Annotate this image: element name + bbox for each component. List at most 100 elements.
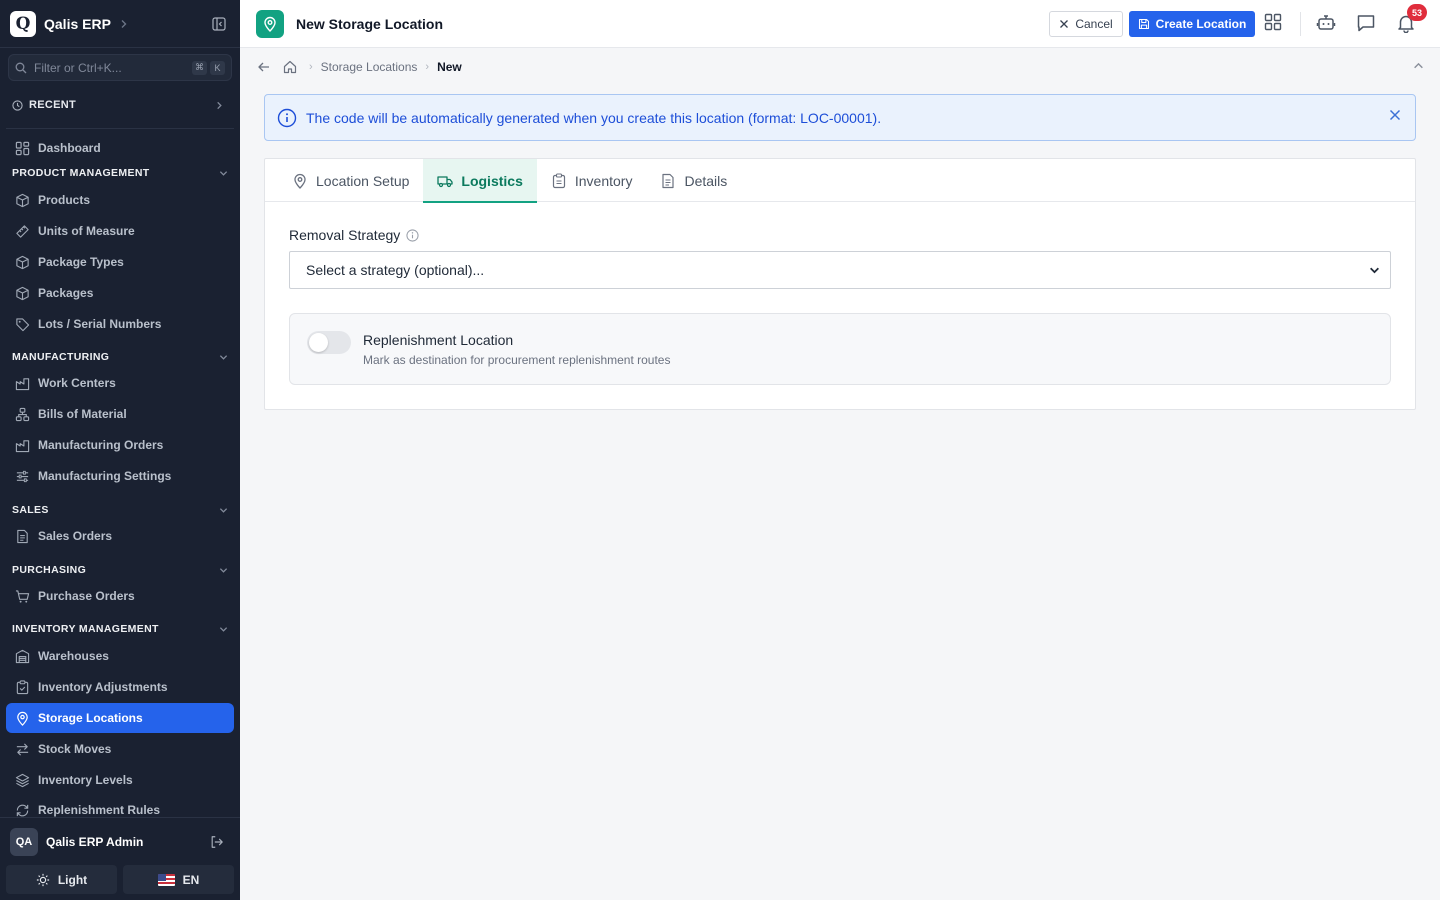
app-logo: Q [10,10,36,37]
cancel-button[interactable]: Cancel [1049,11,1123,37]
sidebar-item-purchase-orders[interactable]: Purchase Orders [6,581,234,611]
replenishment-location-option: Replenishment Location Mark as destinati… [289,313,1391,385]
sidebar-item-packages[interactable]: Packages [6,278,234,308]
sidebar-item-label: Products [38,193,91,207]
cancel-label: Cancel [1075,17,1113,31]
sidebar-collapse-icon[interactable] [212,16,226,31]
grid-icon [15,141,30,155]
create-location-button[interactable]: Create Location [1129,11,1255,37]
replenishment-toggle[interactable] [307,331,351,354]
sidebar-item-manufacturing-orders[interactable]: Manufacturing Orders [6,430,234,460]
sidebar-item-label: Sales Orders [38,529,113,543]
back-arrow-icon[interactable] [257,60,271,74]
sliders-icon [16,470,29,482]
tab-inventory[interactable]: Inventory [537,159,647,202]
hierarchy-icon [15,407,30,421]
sidebar-item-dashboard[interactable]: Dashboard [6,133,234,163]
chevron-down-icon [219,507,228,513]
section-label: MANUFACTURING [12,351,110,363]
theme-toggle-button[interactable]: Light [6,865,117,894]
replenishment-title: Replenishment Location [363,332,514,348]
tab-location-setup[interactable]: Location Setup [278,159,423,202]
sidebar-item-label: Purchase Orders [38,589,135,603]
section-label: INVENTORY MANAGEMENT [12,623,159,635]
factory-icon [15,439,30,452]
chevron-down-icon [1369,265,1380,276]
sidebar-item-products[interactable]: Products [6,185,234,215]
tag-icon [16,317,30,331]
theme-label: Light [57,872,88,887]
sun-icon [36,873,49,886]
breadcrumb-link-storage-locations[interactable]: Storage Locations [321,60,418,74]
sidebar-item-label: Lots / Serial Numbers [38,317,162,331]
section-sales[interactable]: SALES [12,504,228,516]
layers-icon [15,773,30,787]
search-icon [15,62,27,73]
shortcut-key-cmd: ⌘ [192,60,207,75]
avatar: QA [10,828,38,856]
home-icon[interactable] [283,60,297,74]
us-flag-icon [157,873,175,886]
breadcrumb-current: New [437,60,462,74]
sidebar-item-lots-serial-numbers[interactable]: Lots / Serial Numbers [6,309,234,339]
removal-strategy-select[interactable]: Select a strategy (optional)... [289,251,1391,289]
sidebar-item-bills-of-material[interactable]: Bills of Material [6,399,234,429]
sidebar-item-warehouses[interactable]: Warehouses [6,641,234,671]
sidebar-divider [6,128,234,129]
sidebar-item-stock-moves[interactable]: Stock Moves [6,734,234,764]
chevron-down-icon [219,626,228,632]
sidebar-item-label: Manufacturing Settings [38,469,172,483]
info-banner: The code will be automatically generated… [264,94,1416,141]
user-profile[interactable]: QA Qalis ERP Admin [0,817,240,866]
chevron-right-icon[interactable] [119,19,129,29]
app-name[interactable]: Qalis ERP [44,16,111,32]
document-icon [662,173,675,188]
section-manufacturing[interactable]: MANUFACTURING [12,351,228,363]
chevron-down-icon [219,567,228,573]
sidebar-item-inventory-levels[interactable]: Inventory Levels [6,765,234,795]
tab-details[interactable]: Details [646,159,741,202]
sidebar-item-replenishment-rules[interactable]: Replenishment Rules [6,796,234,817]
sidebar-search-input[interactable]: Filter or Ctrl+K... ⌘ K [8,54,232,81]
recent-toggle[interactable]: RECENT [0,92,240,118]
shortcut-hint: ⌘ K [192,60,225,75]
search-placeholder: Filter or Ctrl+K... [34,60,122,75]
sidebar-item-storage-locations[interactable]: Storage Locations [6,703,234,733]
breadcrumb: › Storage Locations › New [240,49,1440,85]
chevron-up-icon[interactable] [1413,60,1424,71]
page-header: New Storage Location Cancel Create Locat… [240,0,1440,48]
create-label: Create Location [1155,17,1247,31]
chat-icon[interactable] [1356,13,1376,33]
sidebar-item-package-types[interactable]: Package Types [6,247,234,277]
sidebar-item-label: Replenishment Rules [38,803,161,817]
warehouse-icon [15,649,30,663]
sidebar-item-manufacturing-settings[interactable]: Manufacturing Settings [6,461,234,491]
sidebar-item-label: Package Types [38,255,124,269]
tab-label: Inventory [574,172,633,189]
sidebar-item-units-of-measure[interactable]: Units of Measure [6,216,234,246]
apps-grid-icon[interactable] [1264,13,1282,31]
form-card: Location Setup Logistics Inventory Detai… [264,158,1416,410]
section-purchasing[interactable]: PURCHASING [12,564,228,576]
map-pin-icon [17,711,28,726]
language-label: EN [182,872,200,887]
chevron-down-icon [219,354,228,360]
sidebar-item-work-centers[interactable]: Work Centers [6,368,234,398]
language-button[interactable]: EN [123,865,234,894]
sidebar-item-inventory-adjustments[interactable]: Inventory Adjustments [6,672,234,702]
bot-icon[interactable] [1316,13,1336,33]
logout-icon[interactable] [210,835,224,849]
sidebar-item-label: Work Centers [38,376,116,390]
section-inventory-management[interactable]: INVENTORY MANAGEMENT [12,623,228,635]
section-label: PRODUCT MANAGEMENT [12,167,150,179]
brand-bar: Q Qalis ERP [0,0,240,48]
sidebar-item-label: Manufacturing Orders [38,438,164,452]
info-icon[interactable] [406,228,419,242]
close-icon[interactable] [1389,109,1401,121]
tab-label: Location Setup [316,172,410,189]
section-product-management[interactable]: PRODUCT MANAGEMENT [12,167,228,179]
sidebar-item-sales-orders[interactable]: Sales Orders [6,521,234,551]
arrows-swap-icon [16,742,29,756]
tab-logistics[interactable]: Logistics [423,159,538,203]
recent-label: RECENT [29,99,77,111]
